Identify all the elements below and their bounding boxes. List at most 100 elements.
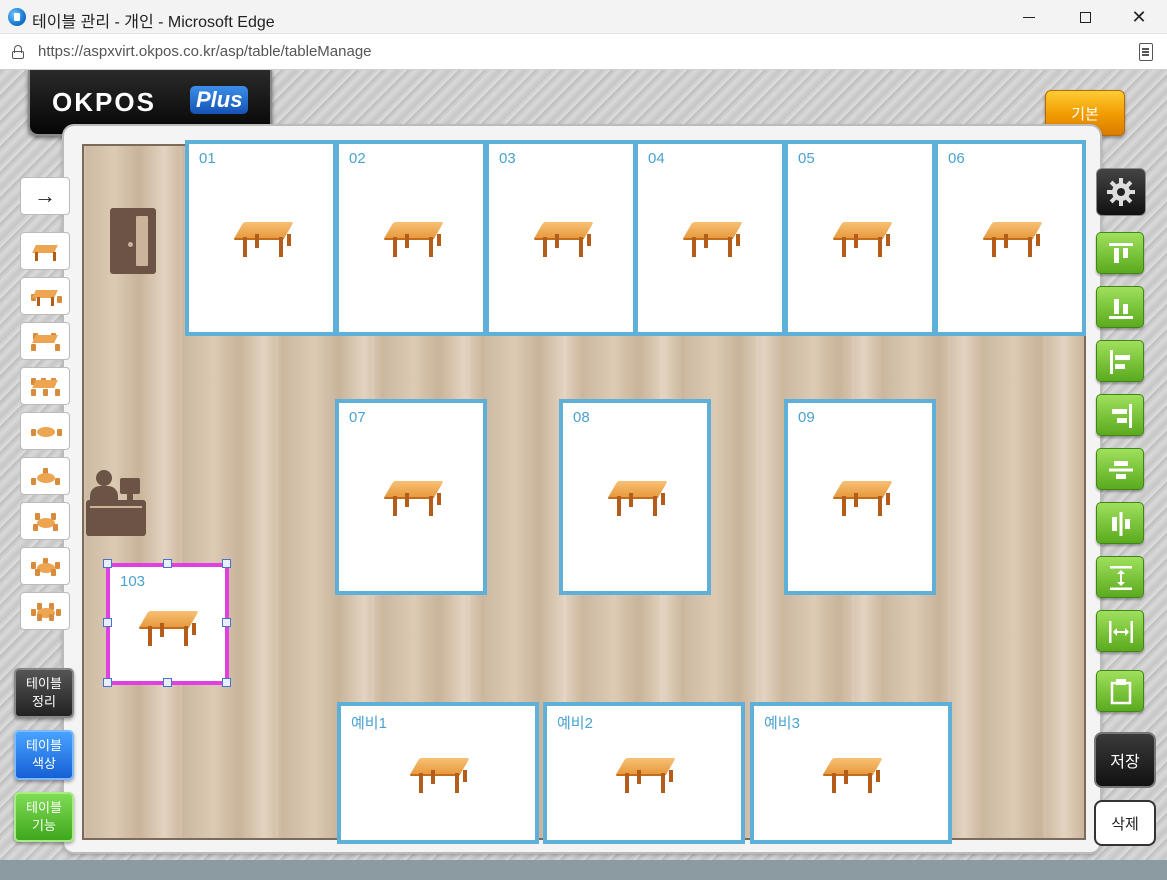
table-icon: [823, 754, 883, 794]
table-shape-button[interactable]: [20, 547, 70, 585]
table-card[interactable]: 08: [559, 399, 711, 595]
table-icon: [534, 218, 594, 258]
logo-plus-badge: Plus: [190, 86, 249, 114]
table-chairs-4-icon: [31, 333, 61, 351]
app-viewport: OKPOS Plus 기본 01 02 03 04 05 06 07 08 09…: [0, 70, 1167, 880]
table-card[interactable]: 05: [784, 140, 936, 336]
reader-mode-icon[interactable]: [1139, 43, 1153, 61]
table-number: 09: [798, 409, 815, 426]
table-card[interactable]: 06: [934, 140, 1086, 336]
resize-handle[interactable]: [222, 678, 231, 687]
address-bar[interactable]: https://aspxvirt.okpos.co.kr/asp/table/t…: [0, 34, 1167, 70]
resize-handle[interactable]: [163, 559, 172, 568]
align-left-button[interactable]: [1096, 340, 1144, 382]
table-card[interactable]: 09: [784, 399, 936, 595]
table-card[interactable]: 02: [335, 140, 487, 336]
table-card[interactable]: 예비3: [750, 702, 952, 844]
table-shape-button[interactable]: [20, 232, 70, 270]
minimize-button[interactable]: [1006, 4, 1052, 30]
table-number: 07: [349, 409, 366, 426]
table-number: 예비2: [557, 715, 593, 732]
logo-text: OKPOS: [52, 87, 156, 117]
table-number: 103: [120, 573, 146, 590]
table-icon: [983, 218, 1043, 258]
window-title: 테이블 관리 - 개인 - Microsoft Edge: [32, 14, 275, 31]
settings-button[interactable]: [1096, 168, 1146, 216]
table-card[interactable]: 07: [335, 399, 487, 595]
round-table-3-icon: [31, 468, 61, 486]
align-right-icon: [1112, 404, 1132, 428]
table-icon: [139, 607, 199, 647]
close-icon: ✕: [1131, 6, 1147, 27]
table-shape-button[interactable]: [20, 322, 70, 360]
table-card[interactable]: 03: [485, 140, 637, 336]
align-bottom-button[interactable]: [1096, 286, 1144, 328]
table-shape-button[interactable]: [20, 277, 70, 315]
distribute-horizontal-button[interactable]: [1096, 610, 1144, 652]
table-number: 04: [648, 150, 665, 167]
table-card[interactable]: 04: [634, 140, 786, 336]
maximize-button[interactable]: [1062, 4, 1108, 30]
align-horizontal-center-icon: [1112, 512, 1130, 536]
same-size-button[interactable]: [1096, 670, 1144, 712]
round-table-6-icon: [31, 603, 61, 621]
distribute-vertical-button[interactable]: [1096, 556, 1144, 598]
resize-handle[interactable]: [103, 678, 112, 687]
align-top-button[interactable]: [1096, 232, 1144, 274]
window-titlebar: 테이블 관리 - 개인 - Microsoft Edge ✕: [0, 0, 1167, 34]
align-center-horizontal-button[interactable]: [1096, 502, 1144, 544]
maximize-icon: [1079, 11, 1091, 23]
door-icon: [110, 208, 156, 274]
table-icon: [608, 477, 668, 517]
table-shape-button[interactable]: [20, 592, 70, 630]
table-card[interactable]: 01: [185, 140, 337, 336]
table-chairs-2-icon: [31, 288, 62, 306]
table-card-selected[interactable]: 103: [106, 563, 229, 685]
table-number: 01: [199, 150, 216, 167]
resize-handle[interactable]: [163, 678, 172, 687]
align-vertical-center-icon: [1109, 461, 1133, 479]
url-text[interactable]: https://aspxvirt.okpos.co.kr/asp/table/t…: [38, 43, 372, 60]
table-arrange-button[interactable]: 테이블 정리: [14, 668, 74, 718]
table-shape-button[interactable]: [20, 502, 70, 540]
table-number: 08: [573, 409, 590, 426]
align-center-vertical-button[interactable]: [1096, 448, 1144, 490]
table-function-button[interactable]: 테이블 기능: [14, 792, 74, 842]
table-chairs-6-icon: [31, 378, 61, 396]
cashier-icon: [86, 470, 146, 538]
table-icon: [683, 218, 743, 258]
bottom-strip: [0, 860, 1167, 880]
table-number: 02: [349, 150, 366, 167]
resize-handle[interactable]: [222, 559, 231, 568]
save-button[interactable]: 저장: [1094, 732, 1156, 788]
gear-icon: [1107, 178, 1135, 206]
minimize-icon: [1023, 16, 1035, 18]
table-icon: [616, 754, 676, 794]
same-size-icon: [1110, 679, 1132, 705]
resize-handle[interactable]: [103, 559, 112, 568]
resize-handle[interactable]: [103, 618, 112, 627]
table-card[interactable]: 예비2: [543, 702, 745, 844]
table-number: 예비3: [764, 715, 800, 732]
arrow-right-button[interactable]: →: [20, 177, 70, 215]
table-number: 05: [798, 150, 815, 167]
table-shape-button[interactable]: [20, 412, 70, 450]
align-right-button[interactable]: [1096, 394, 1144, 436]
align-bottom-icon: [1109, 299, 1133, 319]
resize-handle[interactable]: [222, 618, 231, 627]
table-icon: [833, 477, 893, 517]
table-shape-button[interactable]: [20, 367, 70, 405]
table-number: 03: [499, 150, 516, 167]
close-button[interactable]: ✕: [1116, 4, 1162, 30]
table-icon: [234, 218, 294, 258]
round-table-4-icon: [31, 513, 61, 531]
table-shape-button[interactable]: [20, 457, 70, 495]
table-shape-icon: [31, 243, 61, 261]
round-table-5-icon: [31, 558, 61, 576]
table-icon: [384, 477, 444, 517]
delete-button[interactable]: 삭제: [1094, 800, 1156, 846]
table-card[interactable]: 예비1: [337, 702, 539, 844]
table-icon: [410, 754, 470, 794]
table-color-button[interactable]: 테이블 색상: [14, 730, 74, 780]
distribute-horizontal-icon: [1109, 621, 1133, 643]
